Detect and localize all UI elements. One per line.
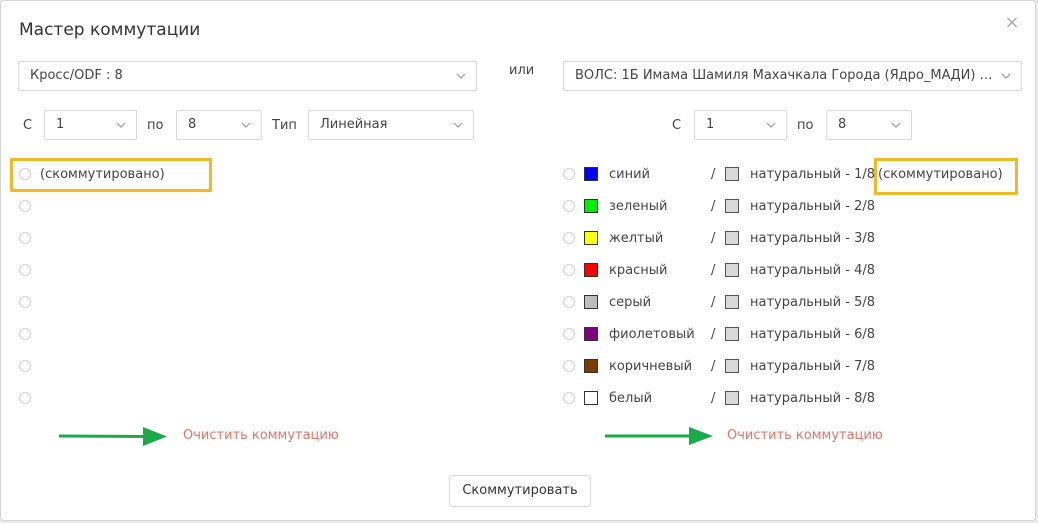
left-from-value: 1 (56, 117, 65, 132)
right-to-label: по (797, 118, 814, 133)
green-arrow-icon (59, 427, 167, 446)
commutate-button[interactable]: Скоммутировать (449, 475, 591, 507)
tube-label: натуральный - 2/8 (750, 199, 876, 214)
fiber-separator: / (711, 359, 716, 374)
tube-color-swatch (725, 359, 739, 373)
left-to-select[interactable]: 8 (176, 110, 262, 140)
left-from-select[interactable]: 1 (44, 110, 137, 140)
tube-color-swatch (725, 231, 739, 245)
left-source-select[interactable]: Кросс/ODF : 8 (18, 61, 477, 91)
right-to-select[interactable]: 8 (826, 110, 912, 140)
tube-color-swatch (725, 391, 739, 405)
left-port-radio-2[interactable] (19, 200, 31, 212)
left-source-value: Кросс/ODF : 8 (30, 68, 123, 83)
fiber-color-swatch (584, 295, 598, 309)
tube-label: натуральный - 7/8 (750, 359, 876, 374)
fiber-separator: / (711, 199, 716, 214)
fiber-color-name: фиолетовый (609, 327, 695, 342)
fiber-color-swatch (584, 391, 598, 405)
fiber-color-swatch (584, 199, 598, 213)
tube-label: натуральный - 6/8 (750, 327, 876, 342)
fiber-color-swatch (584, 327, 598, 341)
fiber-color-name: красный (609, 263, 668, 278)
left-from-label: С (23, 118, 33, 133)
fiber-color-name: зеленый (609, 199, 668, 214)
chevron-down-icon (1001, 73, 1011, 79)
left-port-status: (скоммутировано) (40, 167, 165, 182)
close-icon[interactable]: × (1003, 14, 1021, 32)
tube-label: натуральный - 8/8 (750, 391, 876, 406)
right-port-status: (скоммутировано) (878, 167, 1003, 182)
left-to-value: 8 (188, 117, 197, 132)
tube-color-swatch (725, 263, 739, 277)
fiber-radio[interactable] (563, 392, 575, 404)
type-select[interactable]: Линейная (308, 110, 474, 140)
fiber-separator: / (711, 167, 716, 182)
fiber-separator: / (711, 263, 716, 278)
right-to-value: 8 (838, 117, 847, 132)
fiber-color-swatch (584, 231, 598, 245)
tube-color-swatch (725, 199, 739, 213)
tube-label: натуральный - 1/8 (750, 167, 876, 182)
left-to-label: по (147, 118, 164, 133)
left-port-radio-5[interactable] (19, 296, 31, 308)
fiber-radio[interactable] (563, 296, 575, 308)
chevron-down-icon (453, 122, 463, 128)
left-port-radio-8[interactable] (19, 392, 31, 404)
chevron-down-icon (241, 122, 251, 128)
left-port-radio-3[interactable] (19, 232, 31, 244)
left-port-radio-1[interactable] (19, 168, 31, 180)
fiber-color-swatch (584, 167, 598, 181)
chevron-down-icon (766, 122, 776, 128)
left-port-radio-4[interactable] (19, 264, 31, 276)
chevron-down-icon (891, 122, 901, 128)
fiber-separator: / (711, 295, 716, 310)
tube-label: натуральный - 3/8 (750, 231, 876, 246)
fiber-radio[interactable] (563, 232, 575, 244)
green-arrow-icon (605, 427, 713, 445)
fiber-color-swatch (584, 263, 598, 277)
fiber-color-name: желтый (609, 231, 664, 246)
right-from-label: С (672, 118, 682, 133)
left-port-radio-6[interactable] (19, 328, 31, 340)
tube-color-swatch (725, 295, 739, 309)
fiber-color-name: белый (609, 391, 653, 406)
fiber-radio[interactable] (563, 200, 575, 212)
tube-label: натуральный - 4/8 (750, 263, 876, 278)
right-from-value: 1 (706, 117, 715, 132)
chevron-down-icon (456, 73, 466, 79)
dialog-title: Мастер коммутации (19, 20, 201, 40)
or-label: или (509, 63, 535, 78)
fiber-radio[interactable] (563, 360, 575, 372)
tube-color-swatch (725, 167, 739, 181)
chevron-down-icon (116, 122, 126, 128)
fiber-radio[interactable] (563, 264, 575, 276)
right-clear-commutation-link[interactable]: Очистить коммутацию (727, 428, 883, 444)
left-clear-commutation-link[interactable]: Очистить коммутацию (183, 428, 339, 444)
fiber-radio[interactable] (563, 328, 575, 340)
left-port-radio-7[interactable] (19, 360, 31, 372)
right-source-value: ВОЛС: 1Б Имама Шамиля Махачкала Города (… (575, 68, 1003, 83)
fiber-color-name: серый (609, 295, 652, 310)
fiber-separator: / (711, 231, 716, 246)
tube-color-swatch (725, 327, 739, 341)
fiber-color-name: коричневый (609, 359, 693, 374)
right-source-select[interactable]: ВОЛС: 1Б Имама Шамиля Махачкала Города (… (563, 61, 1022, 91)
fiber-color-swatch (584, 359, 598, 373)
fiber-radio[interactable] (563, 168, 575, 180)
commutation-wizard-dialog: Мастер коммутации × Кросс/ODF : 8 или ВО… (0, 0, 1036, 521)
fiber-separator: / (711, 391, 716, 406)
fiber-color-name: синий (609, 167, 650, 182)
type-label: Тип (272, 118, 297, 133)
tube-label: натуральный - 5/8 (750, 295, 876, 310)
type-value: Линейная (320, 117, 388, 132)
fiber-separator: / (711, 327, 716, 342)
right-from-select[interactable]: 1 (694, 110, 787, 140)
